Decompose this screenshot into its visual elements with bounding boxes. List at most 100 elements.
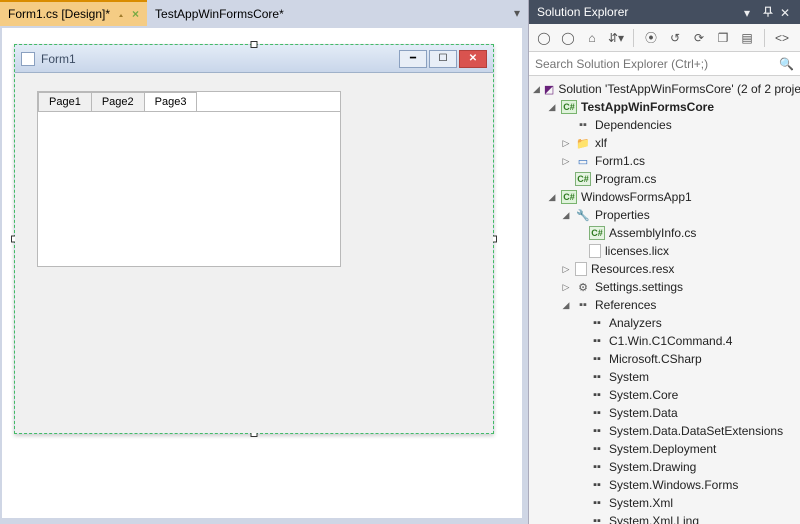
tree-node[interactable]: ▷licenses.licx: [531, 242, 800, 260]
tab-page[interactable]: Page1: [38, 92, 92, 111]
home-icon[interactable]: ⌂: [583, 29, 601, 47]
tree-node[interactable]: ▷▪▪System.Data: [531, 404, 800, 422]
solution-explorer-tree[interactable]: ◢◩Solution 'TestAppWinFormsCore' (2 of 2…: [529, 76, 800, 524]
refresh-icon[interactable]: ⟳: [690, 29, 708, 47]
tree-node[interactable]: ▷▪▪System.Drawing: [531, 458, 800, 476]
window-menu-icon[interactable]: ▾: [744, 6, 756, 18]
document-tab[interactable]: TestAppWinFormsCore*: [147, 0, 292, 26]
asm-icon: ▪▪: [589, 316, 605, 330]
solution-explorer-pane: Solution Explorer ▾ ✕ ◯ ◯ ⌂ ⇵▾ ⦿ ↺ ⟳ ❐ ▤…: [528, 0, 800, 524]
collapse-arrow-icon[interactable]: ◢: [547, 192, 557, 203]
tree-node-label: System: [609, 370, 649, 384]
pin-icon[interactable]: [116, 9, 126, 19]
tree-node[interactable]: ◢C#TestAppWinFormsCore: [531, 98, 800, 116]
tree-node-label: System.Drawing: [609, 460, 696, 474]
show-all-files-icon[interactable]: ❐: [714, 29, 732, 47]
tree-node[interactable]: ▷C#AssemblyInfo.cs: [531, 224, 800, 242]
tree-node[interactable]: ▷⚙Settings.settings: [531, 278, 800, 296]
expand-arrow-icon[interactable]: ▷: [561, 282, 571, 293]
view-code-icon[interactable]: <>: [773, 29, 791, 47]
properties-icon[interactable]: ▤: [738, 29, 756, 47]
asm-icon: ▪▪: [589, 496, 605, 510]
tree-node[interactable]: ▷▪▪System: [531, 368, 800, 386]
tree-node[interactable]: ▷C#Program.cs: [531, 170, 800, 188]
collapse-arrow-icon[interactable]: ◢: [561, 210, 571, 221]
tree-node[interactable]: ◢▪▪References: [531, 296, 800, 314]
tree-node[interactable]: ▷▪▪System.Core: [531, 386, 800, 404]
tree-node-label: System.Xml: [609, 496, 673, 510]
form-client-area[interactable]: Page1Page2Page3: [15, 73, 493, 433]
tab-page[interactable]: Page2: [91, 92, 145, 111]
back-icon[interactable]: ◯: [535, 29, 553, 47]
tree-node[interactable]: ▷▪▪System.Xml.Linq: [531, 512, 800, 524]
tree-node-label: System.Data: [609, 406, 678, 420]
expand-arrow-icon[interactable]: ▷: [561, 138, 571, 149]
tree-node[interactable]: ▷▪▪Analyzers: [531, 314, 800, 332]
asm-icon: ▪▪: [589, 442, 605, 456]
tree-node[interactable]: ◢C#WindowsFormsApp1: [531, 188, 800, 206]
search-icon[interactable]: 🔍: [779, 57, 794, 71]
sln-icon: ◩: [544, 82, 554, 96]
tree-node-label: WindowsFormsApp1: [581, 190, 692, 204]
solution-explorer-title: Solution Explorer: [537, 5, 628, 19]
collapse-arrow-icon[interactable]: ◢: [561, 300, 571, 311]
wrench-icon: 🔧: [575, 208, 591, 222]
tab-control[interactable]: Page1Page2Page3: [37, 91, 341, 267]
separator-icon: [633, 29, 634, 47]
asm-icon: ▪▪: [589, 478, 605, 492]
asm-icon: ▪▪: [589, 334, 605, 348]
sync-icon[interactable]: ⇵▾: [607, 29, 625, 47]
expand-arrow-icon[interactable]: ▷: [561, 156, 571, 167]
solution-explorer-header[interactable]: Solution Explorer ▾ ✕: [529, 0, 800, 24]
tree-node-label: System.Xml.Linq: [609, 514, 699, 524]
maximize-button[interactable]: ☐: [429, 50, 457, 68]
asm-icon: ▪▪: [589, 352, 605, 366]
asm-icon: ▪▪: [589, 370, 605, 384]
tree-node[interactable]: ▷▪▪Dependencies: [531, 116, 800, 134]
design-canvas[interactable]: Form1 ━ ☐ ✕ Page1Page2Page3: [2, 28, 522, 518]
gear-icon: ⚙: [575, 280, 591, 294]
solution-explorer-toolbar: ◯ ◯ ⌂ ⇵▾ ⦿ ↺ ⟳ ❐ ▤ <>: [529, 24, 800, 52]
document-tab-active[interactable]: Form1.cs [Design]* ×: [0, 0, 147, 26]
tab-page[interactable]: Page3: [144, 92, 198, 111]
collapse-arrow-icon[interactable]: ◢: [533, 84, 540, 95]
search-input[interactable]: [535, 57, 779, 71]
tab-overflow-dropdown[interactable]: ▾: [506, 6, 528, 20]
close-button[interactable]: ✕: [459, 50, 487, 68]
minimize-button[interactable]: ━: [399, 50, 427, 68]
tree-node-label: Program.cs: [595, 172, 656, 186]
collapse-arrow-icon[interactable]: ◢: [547, 102, 557, 113]
auto-hide-pin-icon[interactable]: [762, 6, 774, 18]
scope-icon[interactable]: ⦿: [642, 29, 660, 47]
tree-node-label: Microsoft.CSharp: [609, 352, 702, 366]
tree-node[interactable]: ▷▪▪System.Deployment: [531, 440, 800, 458]
close-pane-icon[interactable]: ✕: [780, 6, 792, 18]
form-designer-selection[interactable]: Form1 ━ ☐ ✕ Page1Page2Page3: [14, 44, 494, 434]
tree-node-label: Form1.cs: [595, 154, 645, 168]
expand-arrow-icon[interactable]: ▷: [561, 264, 571, 275]
tree-node[interactable]: ▷▭Form1.cs: [531, 152, 800, 170]
tree-node[interactable]: ▷▪▪C1.Win.C1Command.4: [531, 332, 800, 350]
tree-node-label: Dependencies: [595, 118, 672, 132]
tree-node[interactable]: ▷ 📁 xlf: [531, 134, 800, 152]
tree-node-label: xlf: [595, 136, 607, 150]
tree-node[interactable]: ▷▪▪Microsoft.CSharp: [531, 350, 800, 368]
tree-node-label: System.Windows.Forms: [609, 478, 738, 492]
forward-icon[interactable]: ◯: [559, 29, 577, 47]
tree-node[interactable]: ▷Resources.resx: [531, 260, 800, 278]
folder-icon: 📁: [575, 136, 591, 150]
tree-node[interactable]: ◢🔧Properties: [531, 206, 800, 224]
close-tab-icon[interactable]: ×: [132, 7, 139, 21]
resize-handle-top[interactable]: [251, 41, 258, 48]
asm-icon: ▪▪: [589, 514, 605, 524]
solution-explorer-search[interactable]: 🔍: [529, 52, 800, 76]
tree-node[interactable]: ◢◩Solution 'TestAppWinFormsCore' (2 of 2…: [531, 80, 800, 98]
tab-control-page-body[interactable]: [38, 111, 340, 266]
tree-node[interactable]: ▷▪▪System.Data.DataSetExtensions: [531, 422, 800, 440]
page-icon: [575, 262, 587, 276]
tree-node[interactable]: ▷▪▪System.Windows.Forms: [531, 476, 800, 494]
window-buttons: ━ ☐ ✕: [399, 50, 487, 68]
collapse-icon[interactable]: ↺: [666, 29, 684, 47]
document-tab-label: TestAppWinFormsCore*: [155, 7, 284, 21]
tree-node[interactable]: ▷▪▪System.Xml: [531, 494, 800, 512]
